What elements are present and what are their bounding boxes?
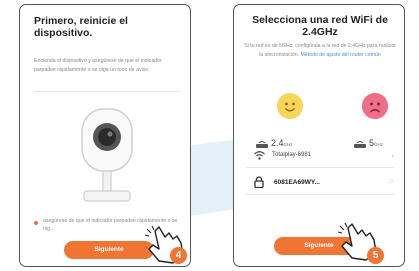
eye-icon[interactable]: ○ — [389, 176, 394, 185]
band-5ghz: 5GHz — [354, 138, 383, 150]
page-title: Primero, reinicie el dispositivo. — [34, 15, 128, 39]
password-field[interactable]: 6081EA69WY... ○ — [254, 176, 394, 188]
router-icon — [256, 140, 268, 148]
sad-face-icon — [362, 93, 388, 119]
step-badge: 5 — [367, 247, 384, 264]
next-button[interactable]: Siguiente — [64, 241, 154, 259]
radio-dot — [34, 221, 38, 225]
wifi-name: Totalplay-6981 — [272, 152, 312, 158]
instructions-text: Encienda el dispositivo y asegúrese de q… — [34, 58, 162, 73]
chevron-right-icon: › — [391, 151, 394, 160]
step-badge: 4 — [170, 247, 187, 264]
camera-illustration — [81, 108, 133, 202]
page-title: Selecciona una red WiFi de 2.4GHz — [252, 14, 388, 38]
band-unit: GHz — [283, 142, 293, 147]
router-help-link[interactable]: Método de ajuste del router común — [301, 52, 381, 58]
band-unit: GHz — [374, 142, 384, 147]
lock-icon — [254, 176, 264, 188]
band-2-4-value: 2.4 — [271, 138, 284, 148]
wifi-icon — [254, 151, 265, 160]
router-icon — [354, 140, 366, 148]
divider — [34, 91, 180, 92]
divider — [246, 167, 394, 168]
wifi-select-row[interactable]: Totalplay-6981 › — [254, 151, 394, 163]
info-text: Si tu red es de 5GHz, configúrala a la r… — [244, 42, 396, 59]
divider — [246, 194, 394, 195]
password-value: 6081EA69WY... — [274, 179, 320, 186]
band-2-4ghz: 2.4GHz — [256, 138, 293, 150]
happy-face-icon — [277, 93, 303, 119]
